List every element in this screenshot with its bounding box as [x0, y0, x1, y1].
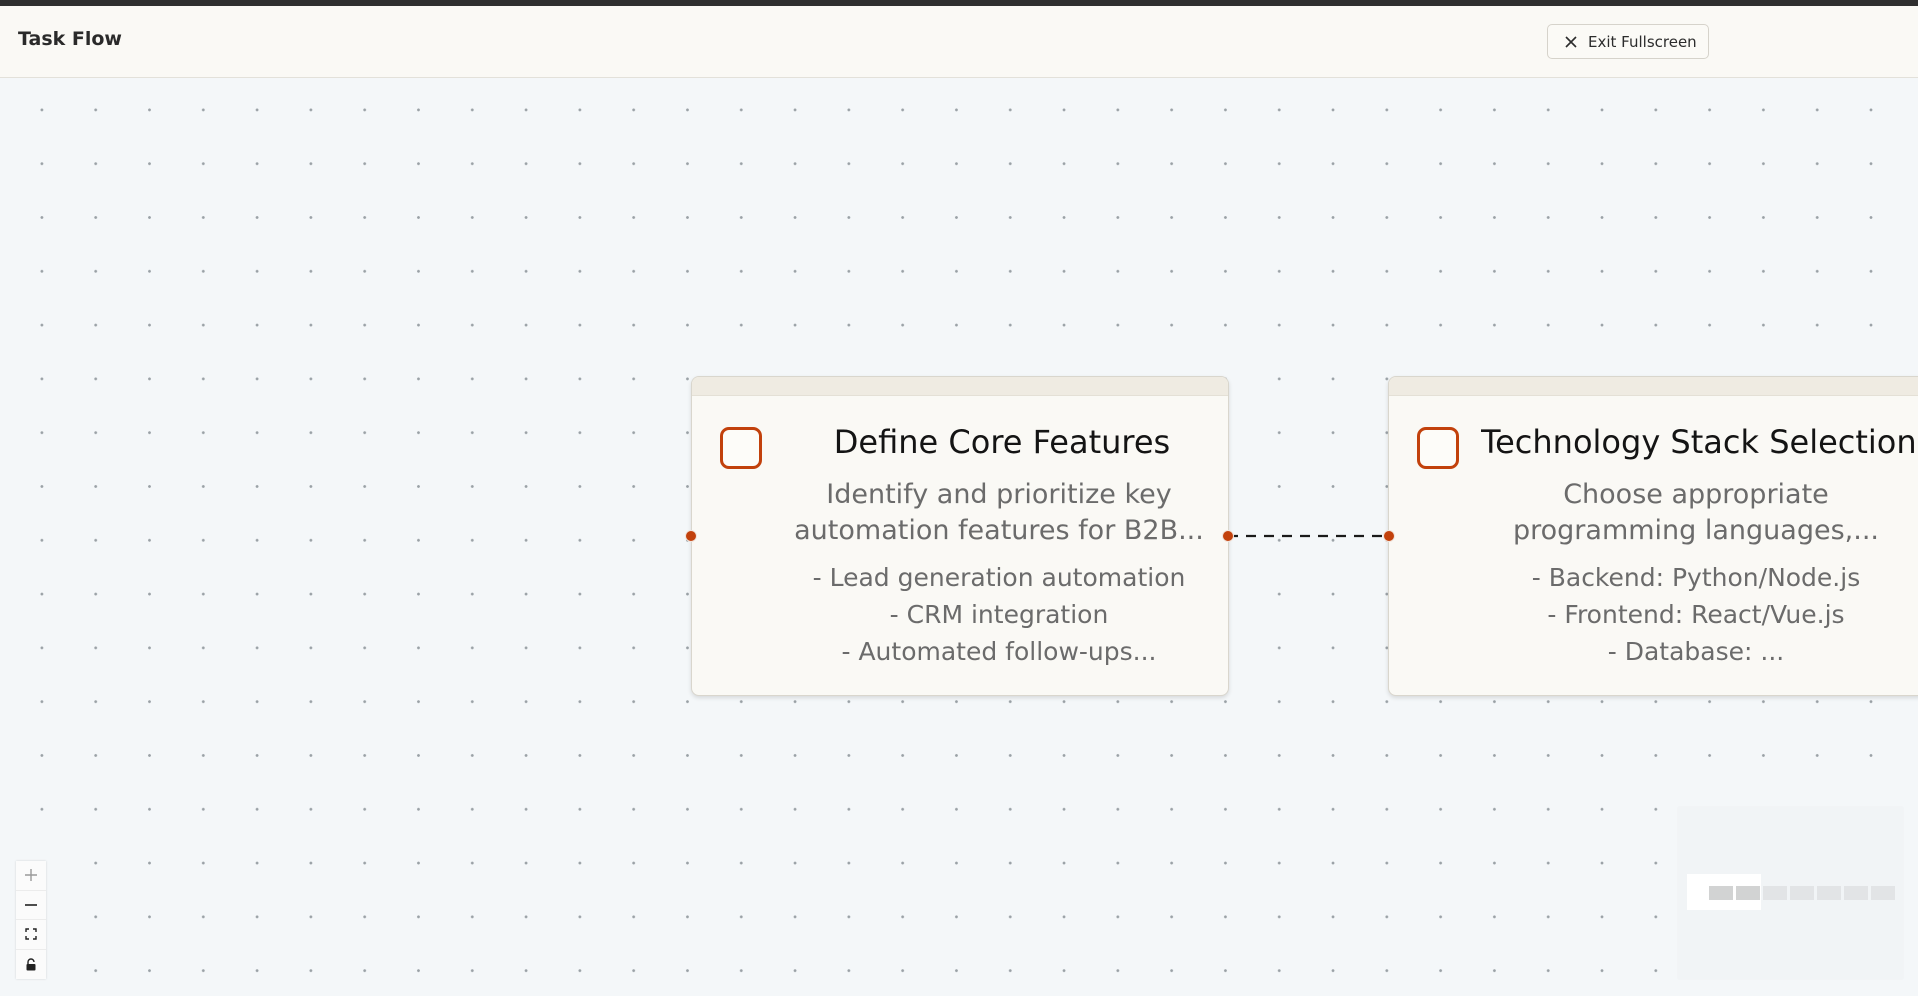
node-input-handle[interactable]	[685, 530, 697, 542]
flow-canvas[interactable]: Define Core Features Identify and priori…	[0, 79, 1918, 996]
task-description: Identify and prioritize key automation f…	[774, 477, 1224, 549]
description-line: automation features for B2B...	[794, 515, 1204, 546]
list-item: - Database: ...	[1607, 637, 1785, 666]
task-node-technology-stack[interactable]: Technology Stack Selection Choose approp…	[1388, 376, 1918, 696]
minimap-node	[1763, 886, 1787, 900]
list-item: - Backend: Python/Node.js	[1531, 563, 1861, 592]
minimap-node	[1709, 886, 1733, 900]
minimap-node	[1817, 886, 1841, 900]
task-flow-app: Task Flow Exit Fullscreen Define Core Fe…	[0, 0, 1918, 996]
list-item: - Frontend: React/Vue.js	[1547, 600, 1845, 629]
minimap-node	[1844, 886, 1868, 900]
minimap-node	[1790, 886, 1814, 900]
exit-fullscreen-label: Exit Fullscreen	[1588, 32, 1697, 51]
lock-icon	[26, 958, 36, 971]
page-title: Task Flow	[18, 28, 122, 50]
header-bar: Task Flow Exit Fullscreen	[0, 6, 1918, 78]
task-description: Choose appropriate programming languages…	[1471, 477, 1918, 549]
plus-icon	[25, 869, 37, 882]
task-node-define-core-features[interactable]: Define Core Features Identify and priori…	[691, 376, 1229, 696]
task-checkbox[interactable]	[1417, 427, 1459, 469]
description-line: programming languages,...	[1513, 515, 1879, 546]
canvas-controls	[16, 861, 46, 979]
minus-icon	[25, 903, 37, 906]
minimap-node	[1871, 886, 1895, 900]
node-header-strip	[1389, 377, 1918, 396]
task-details-list: - Lead generation automation - CRM integ…	[774, 559, 1224, 670]
node-input-handle[interactable]	[1383, 530, 1395, 542]
lock-button[interactable]	[16, 950, 46, 980]
task-details-list: - Backend: Python/Node.js - Frontend: Re…	[1471, 559, 1918, 670]
list-item: - Automated follow-ups...	[841, 637, 1157, 666]
list-item: - CRM integration	[889, 600, 1109, 629]
zoom-in-button[interactable]	[16, 861, 46, 891]
task-title: Technology Stack Selection	[1481, 423, 1917, 461]
node-header-strip	[692, 377, 1228, 396]
node-output-handle[interactable]	[1222, 530, 1234, 542]
task-title: Define Core Features	[833, 423, 1171, 461]
task-checkbox[interactable]	[720, 427, 762, 469]
close-icon	[1565, 35, 1577, 48]
list-item: - Lead generation automation	[812, 563, 1186, 592]
zoom-out-button[interactable]	[16, 891, 46, 920]
minimap-node	[1736, 886, 1760, 900]
exit-fullscreen-button[interactable]: Exit Fullscreen	[1547, 24, 1709, 59]
minimap[interactable]	[1678, 807, 1903, 979]
fit-view-icon	[25, 928, 37, 940]
description-line: Identify and prioritize key	[826, 479, 1172, 510]
fit-view-button[interactable]	[16, 920, 46, 950]
description-line: Choose appropriate	[1563, 479, 1829, 510]
